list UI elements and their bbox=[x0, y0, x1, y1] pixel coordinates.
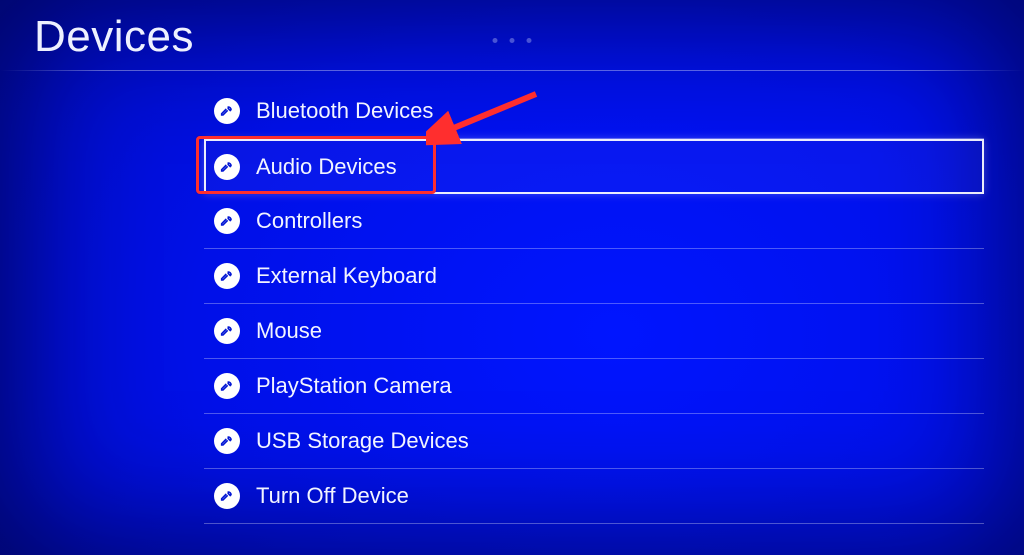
menu-item-turn-off-device[interactable]: Turn Off Device bbox=[204, 469, 984, 524]
menu-item-label: Controllers bbox=[256, 208, 362, 234]
menu-item-mouse[interactable]: Mouse bbox=[204, 304, 984, 359]
menu-item-external-keyboard[interactable]: External Keyboard bbox=[204, 249, 984, 304]
menu-item-label: Mouse bbox=[256, 318, 322, 344]
wrench-icon bbox=[214, 428, 240, 454]
wrench-icon bbox=[214, 483, 240, 509]
menu-item-label: PlayStation Camera bbox=[256, 373, 452, 399]
wrench-icon bbox=[214, 318, 240, 344]
wrench-icon bbox=[214, 98, 240, 124]
wrench-icon bbox=[214, 208, 240, 234]
menu-item-playstation-camera[interactable]: PlayStation Camera bbox=[204, 359, 984, 414]
menu-item-label: Turn Off Device bbox=[256, 483, 409, 509]
menu-item-controllers[interactable]: Controllers bbox=[204, 194, 984, 249]
menu-item-label: Audio Devices bbox=[256, 154, 397, 180]
menu-item-label: Bluetooth Devices bbox=[256, 98, 433, 124]
devices-menu: Bluetooth Devices Audio Devices Controll… bbox=[204, 84, 984, 524]
page-title: Devices bbox=[34, 12, 194, 62]
menu-item-label: USB Storage Devices bbox=[256, 428, 469, 454]
header-divider bbox=[0, 70, 1024, 71]
wrench-icon bbox=[214, 154, 240, 180]
header-dots bbox=[493, 38, 532, 43]
menu-item-usb-storage-devices[interactable]: USB Storage Devices bbox=[204, 414, 984, 469]
menu-item-label: External Keyboard bbox=[256, 263, 437, 289]
menu-item-bluetooth-devices[interactable]: Bluetooth Devices bbox=[204, 84, 984, 139]
wrench-icon bbox=[214, 373, 240, 399]
wrench-icon bbox=[214, 263, 240, 289]
menu-item-audio-devices[interactable]: Audio Devices bbox=[204, 139, 984, 194]
